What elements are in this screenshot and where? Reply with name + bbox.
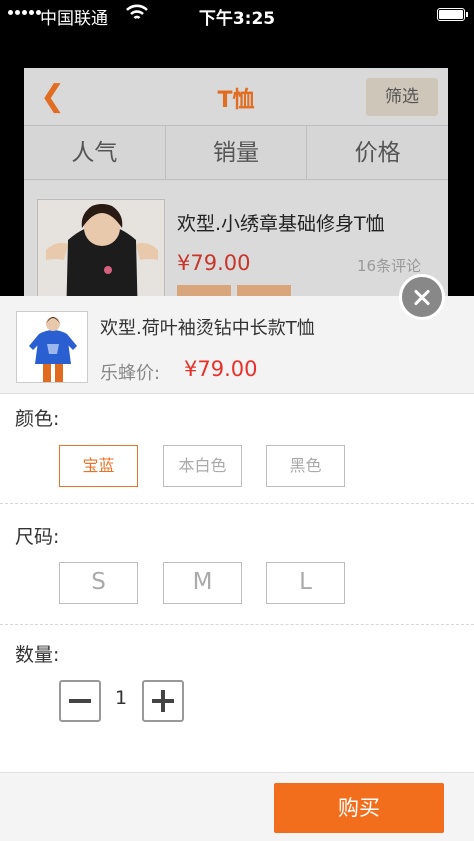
size-label: 尺码: — [15, 526, 60, 548]
decrease-quantity-button[interactable] — [59, 680, 101, 722]
nav-header: ❮ T恤 筛选 — [24, 68, 448, 126]
price-label: 乐蜂价: — [100, 363, 161, 384]
size-option-s[interactable]: S — [59, 562, 138, 604]
product-thumbnail — [16, 311, 88, 383]
tab-price[interactable]: 价格 — [307, 126, 448, 179]
color-option-black[interactable]: 黑色 — [266, 445, 345, 487]
color-label: 颜色: — [15, 408, 60, 430]
battery-icon — [437, 8, 468, 21]
price-value: ¥79.00 — [184, 357, 258, 381]
product-thumbnail — [37, 199, 165, 308]
list-item-price: ¥79.00 — [177, 251, 251, 275]
divider — [0, 503, 474, 504]
increase-quantity-button[interactable] — [142, 680, 184, 722]
footer-bar: 购买 — [0, 772, 474, 841]
size-option-m[interactable]: M — [163, 562, 242, 604]
filter-button[interactable]: 筛选 — [366, 78, 438, 116]
list-item-reviews: 16条评论 — [357, 257, 422, 275]
quantity-label: 数量: — [15, 644, 60, 666]
status-bar: 中国联通 下午3:25 — [0, 0, 474, 30]
close-icon[interactable] — [399, 274, 445, 320]
sort-tabs: 人气 销量 价格 — [24, 126, 448, 180]
color-option-off-white[interactable]: 本白色 — [163, 445, 242, 487]
color-option-royal-blue[interactable]: 宝蓝 — [59, 445, 138, 487]
list-item[interactable]: 欢型.小绣章基础修身T恤 ¥79.00 16条评论 — [24, 181, 448, 308]
divider — [0, 624, 474, 625]
size-option-l[interactable]: L — [266, 562, 345, 604]
quantity-value: 1 — [114, 687, 128, 709]
buy-button[interactable]: 购买 — [274, 783, 444, 833]
product-title: 欢型.荷叶袖烫钻中长款T恤 — [100, 318, 315, 339]
purchase-sheet: 欢型.荷叶袖烫钻中长款T恤 乐蜂价: ¥79.00 颜色: 宝蓝 本白色 黑色 … — [0, 296, 474, 841]
tab-sales[interactable]: 销量 — [166, 126, 308, 179]
clock: 下午3:25 — [198, 9, 276, 29]
product-list-page: ❮ T恤 筛选 人气 销量 价格 欢型.小绣章基础修身T恤 ¥79.00 16条… — [24, 68, 448, 308]
tab-popularity[interactable]: 人气 — [24, 126, 166, 179]
list-item-title: 欢型.小绣章基础修身T恤 — [177, 213, 385, 235]
